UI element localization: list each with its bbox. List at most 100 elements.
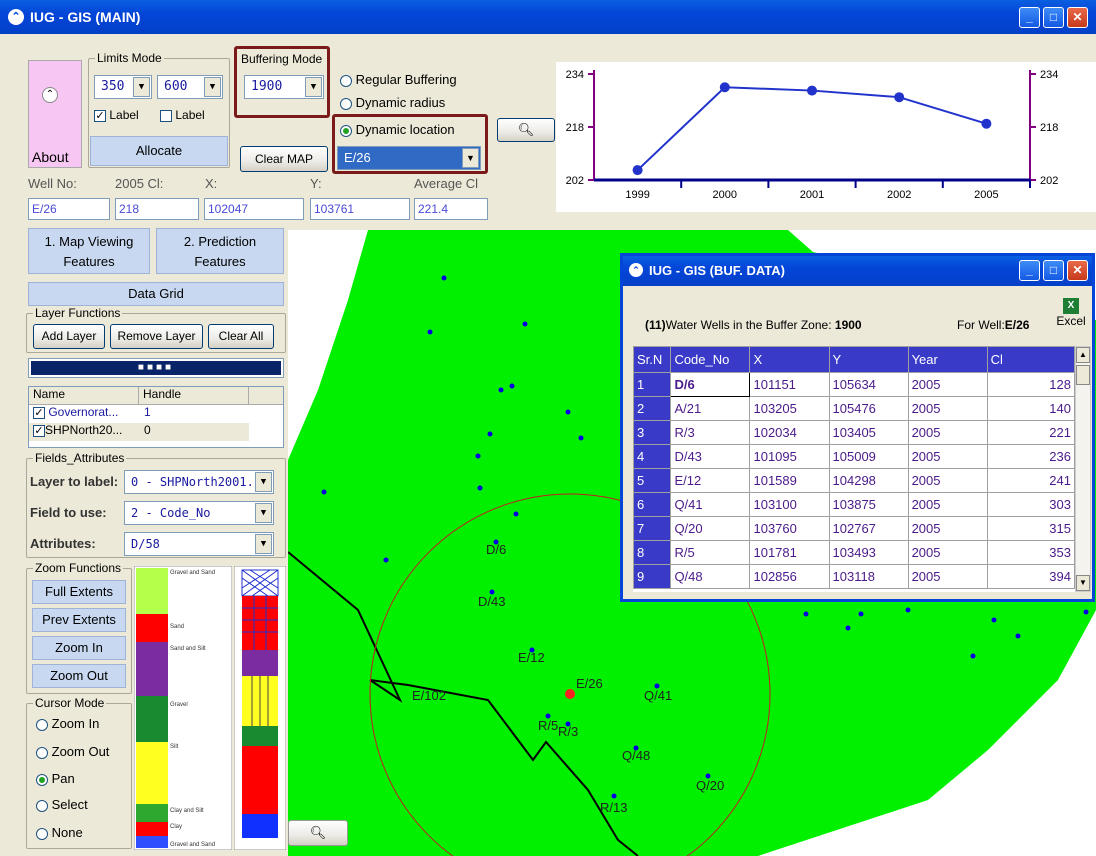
well-point[interactable]: [905, 607, 911, 613]
column-header[interactable]: Code_No: [670, 346, 751, 373]
column-header[interactable]: Year: [907, 346, 988, 373]
prediction-features-button[interactable]: 2. Prediction Features: [156, 228, 284, 274]
dynamic-location-option[interactable]: Dynamic location: [340, 122, 455, 137]
table-cell[interactable]: 103760: [749, 516, 830, 541]
well-select[interactable]: E/26 ▼: [337, 146, 481, 170]
checkbox-checked[interactable]: ✓: [94, 109, 106, 122]
add-layer-button[interactable]: Add Layer: [33, 324, 105, 349]
cursor-select-option[interactable]: Select: [36, 797, 88, 812]
table-cell[interactable]: 103100: [749, 492, 830, 517]
table-cell[interactable]: Q/20: [670, 516, 751, 541]
regular-buffering-option[interactable]: Regular Buffering: [340, 72, 457, 87]
table-cell[interactable]: 394: [986, 564, 1075, 589]
table-cell[interactable]: A/21: [670, 396, 751, 421]
well-no-field[interactable]: E/26: [28, 198, 110, 220]
table-row[interactable]: 8 R/5 101781 103493 2005 353: [633, 540, 1075, 565]
zoom-in-button[interactable]: Zoom In: [32, 636, 126, 660]
buffer-distance-select[interactable]: 1900 ▼: [244, 75, 324, 99]
label2-checkbox[interactable]: Label: [160, 108, 205, 122]
table-cell[interactable]: 102034: [749, 420, 830, 445]
radio[interactable]: [36, 799, 48, 812]
radio[interactable]: [36, 718, 48, 731]
table-cell[interactable]: 103205: [749, 396, 830, 421]
map-viewing-features-button[interactable]: 1. Map Viewing Features: [28, 228, 150, 274]
well-point[interactable]: [611, 793, 617, 799]
prev-extents-button[interactable]: Prev Extents: [32, 608, 126, 632]
table-cell[interactable]: 2005: [907, 396, 988, 421]
radio[interactable]: [340, 97, 352, 110]
well-point[interactable]: [477, 485, 483, 491]
table-cell[interactable]: 104298: [828, 468, 909, 493]
scroll-up-arrow[interactable]: ▲: [1076, 347, 1090, 363]
chart-zoom-button[interactable]: 🔍︎: [497, 118, 555, 142]
well-point[interactable]: [522, 321, 528, 327]
data-grid-button[interactable]: Data Grid: [28, 282, 284, 306]
layer-to-label-select[interactable]: 0 - SHPNorth2001.sh ▼: [124, 470, 274, 494]
average-cl-field[interactable]: 221.4: [414, 198, 488, 220]
table-cell[interactable]: 2005: [907, 468, 988, 493]
well-point[interactable]: [845, 625, 851, 631]
well-point[interactable]: [487, 431, 493, 437]
excel-button[interactable]: X Excel: [1051, 298, 1091, 328]
table-cell[interactable]: D/6: [670, 372, 751, 397]
table-cell[interactable]: 105476: [828, 396, 909, 421]
table-cell[interactable]: 2005: [907, 564, 988, 589]
radio[interactable]: [36, 746, 48, 759]
label1-checkbox[interactable]: ✓ Label: [94, 108, 139, 122]
well-point[interactable]: [498, 387, 504, 393]
table-cell[interactable]: 315: [986, 516, 1075, 541]
table-row[interactable]: 1 D/6 101151 105634 2005 128: [633, 372, 1075, 397]
buffer-data-grid[interactable]: Sr.N Code_No X Y Year Cl 1 D/6 101151 105634 2005…: [633, 346, 1075, 592]
row-number[interactable]: 5: [633, 468, 672, 493]
cursor-none-option[interactable]: None: [36, 825, 83, 840]
clear-map-button[interactable]: Clear MAP: [240, 146, 328, 172]
table-row[interactable]: 7 Q/20 103760 102767 2005 315: [633, 516, 1075, 541]
close-button[interactable]: ✕: [1067, 260, 1088, 281]
table-cell[interactable]: 221: [986, 420, 1075, 445]
field-to-use-select[interactable]: 2 - Code_No ▼: [124, 501, 274, 525]
table-cell[interactable]: 103118: [828, 564, 909, 589]
table-cell[interactable]: 2005: [907, 540, 988, 565]
table-cell[interactable]: 105634: [828, 372, 909, 397]
table-cell[interactable]: 241: [986, 468, 1075, 493]
well-point[interactable]: [1083, 609, 1089, 615]
selected-well-marker[interactable]: [565, 689, 575, 699]
checkbox-checked[interactable]: ✓: [33, 424, 45, 437]
table-row[interactable]: 3 R/3 102034 103405 2005 221: [633, 420, 1075, 445]
table-cell[interactable]: 2005: [907, 372, 988, 397]
table-cell[interactable]: R/3: [670, 420, 751, 445]
table-cell[interactable]: E/12: [670, 468, 751, 493]
table-row[interactable]: 5 E/12 101589 104298 2005 241: [633, 468, 1075, 493]
well-point[interactable]: [383, 557, 389, 563]
table-cell[interactable]: 2005: [907, 516, 988, 541]
table-cell[interactable]: 128: [986, 372, 1075, 397]
table-cell[interactable]: 2005: [907, 444, 988, 469]
table-cell[interactable]: 102856: [749, 564, 830, 589]
table-cell[interactable]: 103493: [828, 540, 909, 565]
table-cell[interactable]: Q/48: [670, 564, 751, 589]
cursor-zoom-in-option[interactable]: Zoom In: [36, 716, 99, 731]
radio-selected[interactable]: [340, 124, 352, 137]
cursor-zoom-out-option[interactable]: Zoom Out: [36, 744, 109, 759]
row-number[interactable]: 8: [633, 540, 672, 565]
table-cell[interactable]: 103875: [828, 492, 909, 517]
radio[interactable]: [340, 74, 352, 87]
scroll-down-arrow[interactable]: ▼: [1076, 575, 1090, 591]
table-row[interactable]: 2 A/21 103205 105476 2005 140: [633, 396, 1075, 421]
remove-layer-button[interactable]: Remove Layer: [110, 324, 203, 349]
layer-row[interactable]: ✓ Governorat... 1: [29, 405, 283, 423]
column-header[interactable]: Y: [828, 346, 909, 373]
table-cell[interactable]: 101781: [749, 540, 830, 565]
dynamic-radius-option[interactable]: Dynamic radius: [340, 95, 445, 110]
maximize-button[interactable]: □: [1043, 7, 1064, 28]
checkbox-unchecked[interactable]: [160, 109, 172, 122]
limit-max-select[interactable]: 600 ▼: [157, 75, 223, 99]
table-cell[interactable]: 101589: [749, 468, 830, 493]
row-number[interactable]: 9: [633, 564, 672, 589]
table-cell[interactable]: 103405: [828, 420, 909, 445]
table-cell[interactable]: 105009: [828, 444, 909, 469]
row-number[interactable]: 4: [633, 444, 672, 469]
well-point[interactable]: [858, 611, 864, 617]
well-point[interactable]: [513, 511, 519, 517]
x-field[interactable]: 102047: [204, 198, 304, 220]
